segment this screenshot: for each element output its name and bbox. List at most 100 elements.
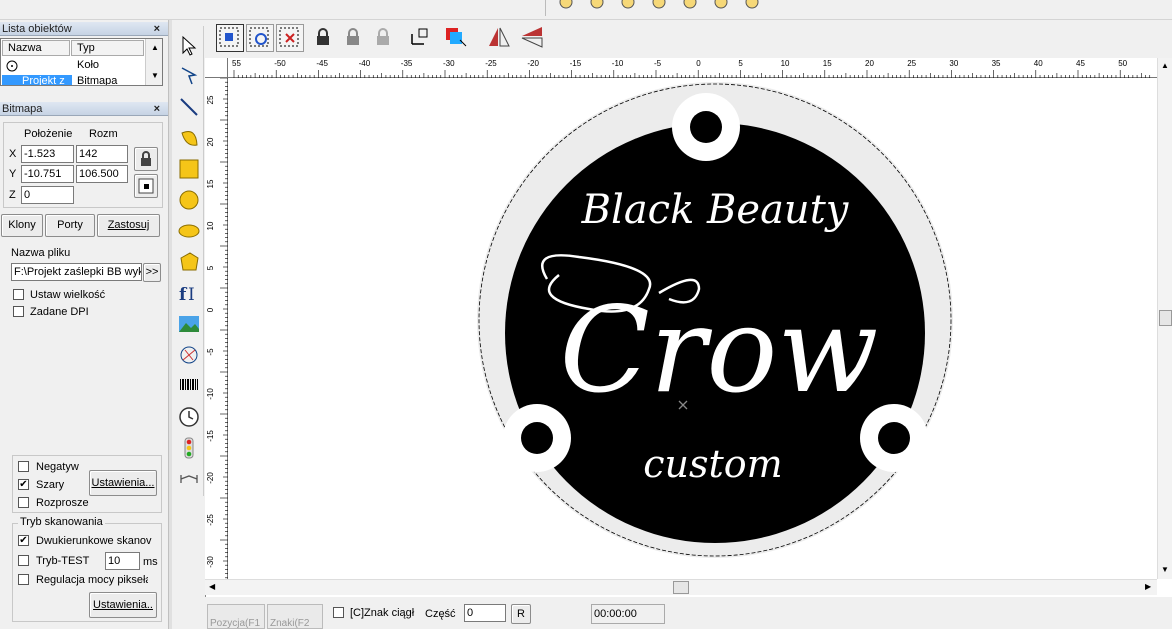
zoom-minus-icon bbox=[621, 0, 635, 9]
rectangle-icon[interactable] bbox=[176, 156, 202, 182]
scroll-down-icon[interactable]: ▼ bbox=[151, 71, 159, 80]
node-edit-tb-button[interactable] bbox=[246, 24, 274, 52]
set-size-checkbox[interactable] bbox=[13, 289, 24, 300]
clock-icon[interactable] bbox=[176, 404, 202, 430]
file-name-field[interactable]: F:\Projekt zaślepki BB wyk bbox=[11, 263, 142, 281]
dither-checkbox[interactable] bbox=[18, 497, 29, 508]
list-item-selected[interactable]: Projekt z Bitmapa bbox=[2, 75, 144, 85]
scroll-right-icon[interactable]: ▶ bbox=[1145, 582, 1151, 591]
ruler-label: 25 bbox=[206, 95, 215, 104]
horizontal-scrollbar[interactable]: ◀ ▶ bbox=[205, 579, 1157, 595]
list-item[interactable]: Koło bbox=[2, 58, 144, 74]
zoom-prev-icon bbox=[745, 0, 759, 9]
scan-mode-title: Tryb skanowania bbox=[18, 516, 105, 528]
lock-aspect-button[interactable] bbox=[134, 147, 158, 171]
r-button[interactable]: R bbox=[511, 604, 531, 624]
list-item-type: Koło bbox=[77, 59, 100, 71]
mirror-horizontal-icon bbox=[489, 27, 510, 47]
settings-button-2[interactable]: Ustawienia.. bbox=[89, 592, 157, 618]
part-field[interactable]: 0 bbox=[464, 604, 506, 622]
pixel-power-checkbox[interactable] bbox=[18, 574, 29, 585]
continuous-checkbox[interactable] bbox=[333, 607, 344, 618]
ruler-label: 0 bbox=[206, 307, 215, 312]
extend-icon[interactable] bbox=[176, 466, 202, 492]
scroll-thumb[interactable] bbox=[1159, 310, 1172, 326]
scroll-up-icon[interactable]: ▲ bbox=[1161, 61, 1169, 70]
ruler-label: -5 bbox=[206, 348, 215, 356]
ruler-label: 0 bbox=[696, 59, 701, 68]
vector-file-icon[interactable] bbox=[176, 342, 202, 368]
apply-button[interactable]: Zastosuj bbox=[97, 214, 160, 237]
negative-checkbox[interactable] bbox=[18, 461, 29, 472]
traffic-light-icon[interactable] bbox=[176, 435, 202, 461]
ruler-label: 10 bbox=[206, 221, 215, 230]
clones-button[interactable]: Klony bbox=[1, 214, 43, 237]
ruler-label: 45 bbox=[1076, 59, 1085, 68]
ruler-label: 5 bbox=[738, 59, 743, 68]
layer-color-button[interactable] bbox=[442, 24, 470, 52]
line-icon[interactable] bbox=[176, 94, 202, 120]
test-ms-field[interactable]: 10 bbox=[105, 552, 140, 570]
curve-icon[interactable] bbox=[176, 125, 202, 151]
layer-color-icon bbox=[446, 28, 467, 47]
browse-button[interactable]: >> bbox=[143, 263, 161, 282]
ruler-label: -10 bbox=[612, 59, 624, 68]
ruler-label: 35 bbox=[992, 59, 1001, 68]
barcode-icon[interactable] bbox=[176, 373, 202, 399]
gray-checkbox[interactable]: ✔ bbox=[18, 479, 29, 490]
ruler-label: -5 bbox=[654, 59, 662, 68]
test-mode-label: Tryb-TEST bbox=[36, 555, 90, 567]
scroll-up-icon[interactable]: ▲ bbox=[151, 43, 159, 52]
mirror-horizontal-button[interactable] bbox=[486, 24, 514, 52]
drawing-area[interactable]: Black Beauty Crow custom bbox=[229, 79, 1157, 578]
vertical-scrollbar[interactable]: ▲ ▼ bbox=[1157, 58, 1172, 579]
delete-node-button[interactable] bbox=[276, 24, 304, 52]
scroll-down-icon[interactable]: ▼ bbox=[1161, 565, 1169, 574]
scroll-thumb-h[interactable] bbox=[673, 581, 689, 594]
ruler-corner bbox=[205, 58, 228, 78]
settings-button[interactable]: Ustawienia... bbox=[89, 470, 157, 496]
polygon-icon[interactable] bbox=[176, 249, 202, 275]
object-list[interactable]: Nazwa Typ Koło Projekt z Bitmapa ▲ ▼ bbox=[0, 38, 163, 86]
timer-display: 00:00:00 bbox=[591, 604, 665, 624]
unlock-button[interactable] bbox=[340, 24, 368, 52]
x-position-field[interactable]: -1.523 bbox=[21, 145, 74, 163]
close-icon[interactable]: × bbox=[154, 102, 160, 116]
select-group-button[interactable] bbox=[216, 24, 244, 52]
lock-grey-button[interactable] bbox=[370, 24, 398, 52]
column-header-type[interactable]: Typ bbox=[71, 40, 144, 56]
tab-chars[interactable]: Znaki(F2 bbox=[267, 604, 323, 629]
circle-icon[interactable] bbox=[176, 187, 202, 213]
ruler-label: -30 bbox=[443, 59, 455, 68]
ruler-label: -15 bbox=[570, 59, 582, 68]
origin-button[interactable] bbox=[406, 24, 434, 52]
anchor-button[interactable] bbox=[134, 174, 158, 198]
file-name-label: Nazwa pliku bbox=[11, 247, 71, 259]
column-header-name[interactable]: Nazwa bbox=[2, 40, 70, 56]
x-size-field[interactable]: 142 bbox=[76, 145, 128, 163]
y-size-field[interactable]: 106.500 bbox=[76, 165, 128, 183]
list-item-name: Projekt z bbox=[2, 75, 72, 85]
ruler-label: -25 bbox=[206, 514, 215, 526]
list-scrollbar[interactable]: ▲ ▼ bbox=[145, 39, 162, 85]
lock-button[interactable] bbox=[310, 24, 338, 52]
mirror-vertical-button[interactable] bbox=[518, 24, 546, 52]
scroll-left-icon[interactable]: ◀ bbox=[209, 582, 215, 591]
list-item-type-2: Bitmapa bbox=[77, 75, 118, 85]
tab-position[interactable]: Pozycja(F1 bbox=[207, 604, 265, 629]
bidirectional-checkbox[interactable]: ✔ bbox=[18, 535, 29, 546]
lock-icon bbox=[317, 28, 329, 45]
mount-hole-left bbox=[521, 422, 553, 454]
test-mode-checkbox[interactable] bbox=[18, 555, 29, 566]
ellipse-icon[interactable] bbox=[176, 218, 202, 244]
pointer-icon[interactable] bbox=[176, 33, 202, 59]
node-edit-icon[interactable] bbox=[176, 63, 202, 89]
image-icon[interactable] bbox=[176, 311, 202, 337]
text-icon[interactable]: fI bbox=[176, 280, 202, 306]
z-field[interactable]: 0 bbox=[21, 186, 74, 204]
close-icon[interactable]: × bbox=[154, 22, 160, 36]
ports-button[interactable]: Porty bbox=[45, 214, 95, 237]
artwork: Black Beauty Crow custom bbox=[477, 82, 953, 558]
dpi-checkbox[interactable] bbox=[13, 306, 24, 317]
y-position-field[interactable]: -10.751 bbox=[21, 165, 74, 183]
